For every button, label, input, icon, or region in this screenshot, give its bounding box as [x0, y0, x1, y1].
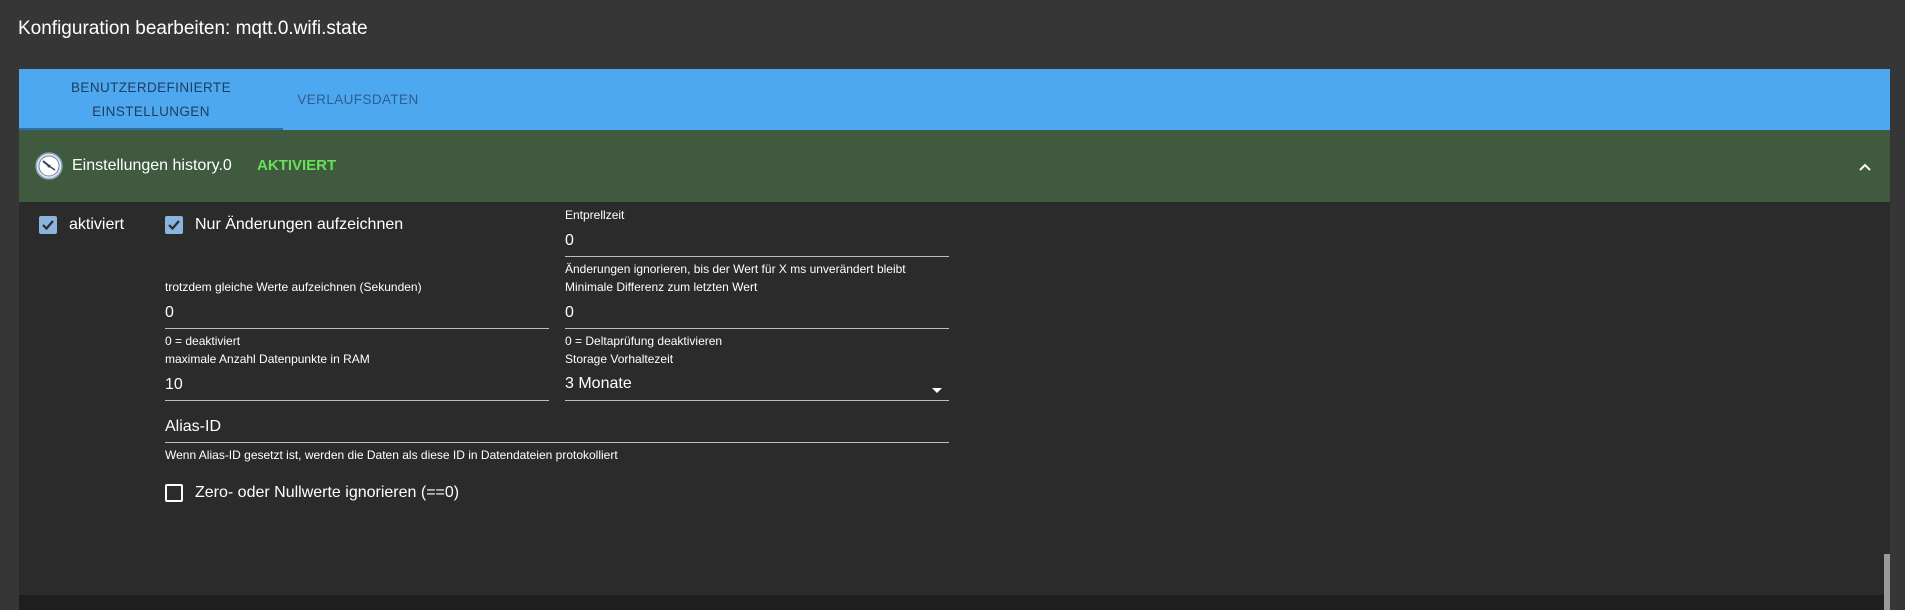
clock-icon	[35, 152, 63, 180]
alias-input[interactable]	[165, 417, 949, 443]
dialog-title: Konfiguration bearbeiten: mqtt.0.wifi.st…	[18, 18, 368, 39]
status-badge: AKTIVIERT	[257, 157, 337, 174]
scrollbar-thumb[interactable]	[1884, 554, 1890, 610]
checkbox-checked-icon	[39, 216, 57, 234]
max-ram-label: maximale Anzahl Datenpunkte in RAM	[165, 352, 370, 366]
still-record-helper: 0 = deaktiviert	[165, 334, 241, 348]
alias-field: Wenn Alias-ID gesetzt ist, werden die Da…	[165, 417, 949, 462]
history-section-header[interactable]: Einstellungen history.0 AKTIVIERT	[19, 130, 1890, 202]
tab-bar: BENUTZERDEFINIERTE EINSTELLUNGEN VERLAUF…	[19, 69, 1890, 130]
tab-history-data[interactable]: VERLAUFSDATEN	[283, 69, 433, 130]
min-diff-field: Minimale Differenz zum letzten Wert 0 = …	[565, 280, 949, 348]
section-footer-divider	[19, 595, 1890, 610]
debounce-label: Entprellzeit	[565, 208, 625, 222]
min-diff-input[interactable]	[565, 303, 949, 329]
still-record-input[interactable]	[165, 303, 549, 329]
config-panel: BENUTZERDEFINIERTE EINSTELLUNGEN VERLAUF…	[19, 69, 1890, 610]
tab-history-data-label: VERLAUFSDATEN	[297, 91, 419, 107]
max-ram-input[interactable]	[165, 375, 549, 401]
still-record-label: trotzdem gleiche Werte aufzeichnen (Seku…	[165, 280, 422, 294]
enabled-label: aktiviert	[69, 216, 125, 233]
checkbox-unchecked-icon	[165, 484, 183, 502]
enabled-checkbox[interactable]: aktiviert	[39, 216, 124, 234]
section-title: Einstellungen history.0	[72, 157, 232, 174]
ignore-zero-label: Zero- oder Nullwerte ignorieren (==0)	[195, 484, 460, 501]
retention-select[interactable]: 3 Monate	[565, 375, 949, 401]
tab-custom-settings[interactable]: BENUTZERDEFINIERTE EINSTELLUNGEN	[19, 69, 283, 130]
retention-field: Storage Vorhaltezeit 3 Monate	[565, 352, 949, 401]
history-section-body: aktiviert Nur Änderungen aufzeichnen Ent…	[19, 202, 1890, 595]
checkbox-checked-icon	[165, 216, 183, 234]
min-diff-label: Minimale Differenz zum letzten Wert	[565, 280, 758, 294]
ignore-zero-checkbox[interactable]: Zero- oder Nullwerte ignorieren (==0)	[165, 484, 459, 502]
max-ram-field: maximale Anzahl Datenpunkte in RAM	[165, 352, 549, 401]
debounce-input[interactable]	[565, 231, 949, 257]
debounce-field: Entprellzeit Änderungen ignorieren, bis …	[565, 208, 949, 276]
dropdown-caret-icon[interactable]	[931, 387, 943, 395]
changes-only-label: Nur Änderungen aufzeichnen	[195, 216, 404, 233]
retention-select-value[interactable]: 3 Monate	[565, 375, 949, 401]
tab-custom-settings-label: BENUTZERDEFINIERTE EINSTELLUNGEN	[71, 79, 231, 119]
retention-label: Storage Vorhaltezeit	[565, 352, 674, 366]
chevron-up-icon[interactable]	[1854, 156, 1876, 178]
changes-only-checkbox[interactable]: Nur Änderungen aufzeichnen	[165, 216, 403, 234]
min-diff-helper: 0 = Deltaprüfung deaktivieren	[565, 334, 723, 348]
still-record-field: trotzdem gleiche Werte aufzeichnen (Seku…	[165, 280, 549, 348]
alias-helper: Wenn Alias-ID gesetzt ist, werden die Da…	[165, 448, 618, 462]
debounce-helper: Änderungen ignorieren, bis der Wert für …	[565, 262, 906, 276]
